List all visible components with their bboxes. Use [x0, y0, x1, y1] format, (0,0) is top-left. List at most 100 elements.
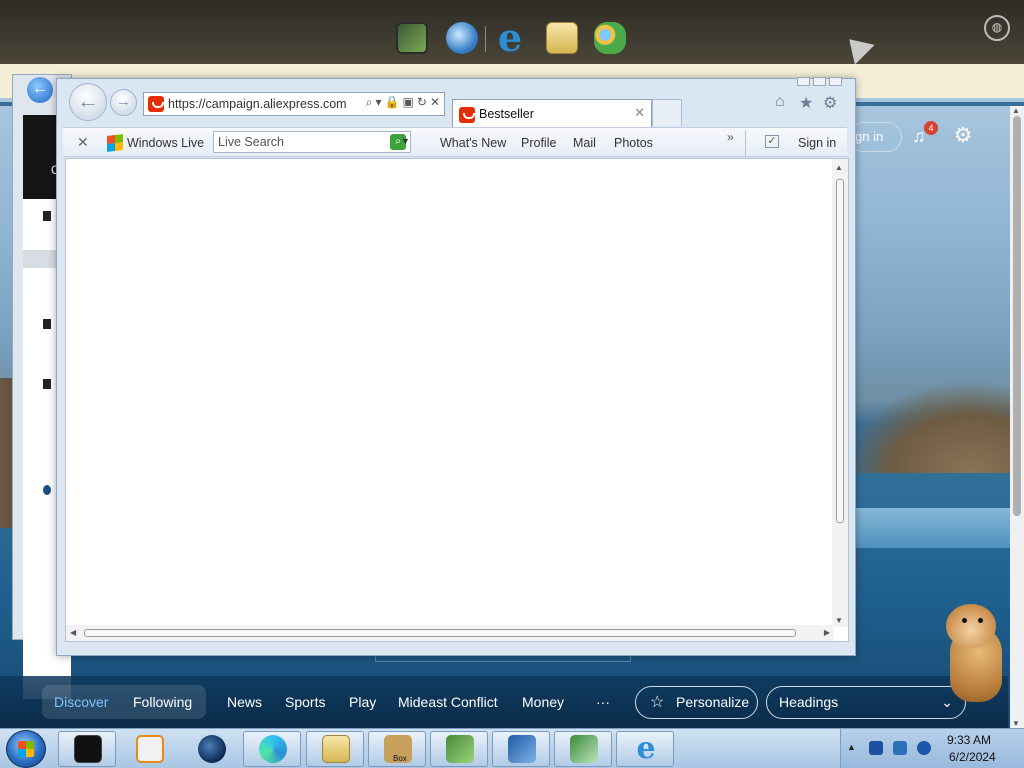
personalize-button[interactable]: ☆ Personalize [635, 686, 758, 719]
start-button[interactable] [6, 730, 46, 768]
photos-link[interactable]: Photos [614, 136, 653, 150]
home-icon[interactable]: ⌂ [775, 93, 785, 111]
category-money[interactable]: Money [522, 694, 564, 710]
page-content-area[interactable]: ▲ ▼ ◀ ▶ [65, 158, 849, 642]
taskbar-app-edge[interactable] [243, 731, 301, 767]
more-categories-button[interactable]: ··· [596, 694, 610, 710]
live-search-placeholder: Live Search [218, 135, 285, 149]
tools-gear-icon[interactable]: ⚙ [823, 93, 837, 113]
sign-in-link[interactable]: Sign in [798, 136, 836, 150]
windows-live-link[interactable]: Windows Live [127, 136, 204, 150]
scroll-left-icon[interactable]: ◀ [70, 628, 76, 637]
media-center-icon[interactable] [396, 22, 428, 54]
tab-following[interactable]: Following [133, 694, 192, 710]
category-mideast-conflict[interactable]: Mideast Conflict [398, 694, 498, 710]
favorites-star-icon[interactable]: ★ [799, 93, 813, 113]
live-search-input[interactable]: Live Search ⌕ [213, 131, 411, 153]
notification-badge: 4 [924, 121, 938, 135]
clock-time[interactable]: 9:33 AM [947, 733, 991, 747]
msn-sign-in-button[interactable]: gn in [848, 122, 902, 152]
minimize-button[interactable] [797, 77, 810, 86]
internet-explorer-icon[interactable]: e [494, 19, 526, 57]
tab-close-icon[interactable]: ✕ [634, 105, 645, 121]
new-tab-button[interactable] [652, 99, 682, 126]
explorer-back-icon[interactable]: ← [27, 77, 53, 103]
vertical-scrollbar[interactable]: ▲ ▼ [832, 159, 848, 627]
scroll-up-icon[interactable]: ▲ [1012, 106, 1020, 115]
search-dropdown-icon[interactable]: ▼ [401, 136, 410, 146]
virtualbox-icon [508, 735, 536, 763]
page-scroll-thumb[interactable] [1013, 116, 1021, 516]
box-label: Box [393, 754, 407, 763]
close-window-button[interactable] [829, 77, 842, 86]
stop-icon[interactable]: ✕ [430, 95, 440, 109]
taskbar-app-box[interactable]: Box [368, 731, 426, 767]
internet-explorer-window[interactable]: ← → https://campaign.aliexpress.com ⌕ ▾ 🔒 ▣… [56, 77, 856, 656]
folder-icon [322, 735, 350, 763]
quick-launch-bar: e [380, 14, 650, 66]
briefcase-circle-icon[interactable]: ◍ [984, 15, 1010, 41]
page-scrollbar[interactable]: ▲ ▼ [1010, 106, 1024, 728]
toolbar-close-icon[interactable]: ✕ [77, 134, 89, 151]
horizontal-scrollbar[interactable]: ◀ ▶ [66, 625, 834, 641]
taskbar-app-globe[interactable] [182, 731, 240, 767]
scroll-down-icon[interactable]: ▼ [835, 616, 843, 625]
photo-gallery-icon[interactable] [546, 22, 578, 54]
dropdown-arrow-icon[interactable]: ▾ [376, 95, 382, 109]
update-globe-icon[interactable] [446, 22, 478, 54]
vertical-scroll-thumb[interactable] [836, 179, 844, 523]
headings-label: Headings [779, 694, 839, 710]
taskbar-app-internet-explorer[interactable]: e [616, 731, 674, 767]
category-sports[interactable]: Sports [285, 694, 325, 710]
download-icon [570, 735, 598, 763]
compat-view-icon[interactable]: ▣ [403, 95, 414, 109]
scroll-up-icon[interactable]: ▲ [835, 163, 843, 172]
lock-icon[interactable]: 🔒 [385, 95, 400, 109]
dark-window-icon [74, 735, 102, 763]
horizontal-scroll-thumb[interactable] [84, 629, 796, 637]
mail-link[interactable]: Mail [573, 136, 596, 150]
url-domain: aliexpress.com [263, 97, 347, 111]
hamster-desktop-pet[interactable] [944, 604, 1004, 704]
category-news[interactable]: News [227, 694, 262, 710]
taskbar: Box e ▲ 9:33 AM 6/2/2024 [0, 728, 1024, 768]
tab-discover[interactable]: Discover [54, 694, 108, 710]
scroll-right-icon[interactable]: ▶ [824, 628, 830, 637]
refresh-icon[interactable]: ↻ [417, 95, 427, 109]
check-icon[interactable]: ✓ [765, 135, 779, 148]
volume-icon[interactable] [917, 741, 931, 755]
security-shield-icon[interactable] [869, 741, 883, 755]
clock-date[interactable]: 6/2/2024 [949, 750, 996, 764]
taskbar-app-download[interactable] [554, 731, 612, 767]
messenger-icon[interactable] [594, 22, 626, 54]
headings-dropdown[interactable]: Headings ⌄ [766, 686, 966, 719]
taskbar-app-explorer[interactable] [306, 731, 364, 767]
toolbar-more-chevron-icon[interactable]: » [727, 130, 734, 144]
whats-new-link[interactable]: What's New [440, 136, 506, 150]
network-icon[interactable] [893, 741, 907, 755]
hamster-eye [962, 618, 967, 623]
taskbar-app-task[interactable] [430, 731, 488, 767]
tab-bestseller[interactable]: Bestseller ✕ [452, 99, 652, 127]
maximize-button[interactable] [813, 77, 826, 86]
address-actions: ⌕ ▾ 🔒 ▣ ↻ ✕ [363, 95, 440, 110]
media-player-icon [136, 735, 164, 763]
taskbar-app-dark-window[interactable] [58, 731, 116, 767]
windows-logo-icon [107, 134, 123, 152]
profile-link[interactable]: Profile [521, 136, 556, 150]
taskbar-app-virtualbox[interactable] [492, 731, 550, 767]
forward-button[interactable]: → [110, 89, 137, 116]
address-bar[interactable]: https://campaign.aliexpress.com ⌕ ▾ 🔒 ▣ ↻ ✕ [143, 92, 445, 116]
show-hidden-icons-icon[interactable]: ▲ [847, 742, 856, 752]
scroll-down-icon[interactable]: ▼ [1012, 719, 1020, 728]
explorer-item-icon[interactable] [43, 319, 51, 329]
back-button[interactable]: ← [69, 83, 107, 121]
search-icon[interactable]: ⌕ [366, 95, 373, 110]
category-play[interactable]: Play [349, 694, 376, 710]
msn-settings-gear-icon[interactable]: ⚙ [951, 124, 975, 148]
explorer-item-icon[interactable] [43, 379, 51, 389]
explorer-item-icon[interactable] [43, 211, 51, 221]
address-url[interactable]: https://campaign.aliexpress.com [168, 97, 347, 111]
taskbar-app-media-player[interactable] [120, 731, 178, 767]
explorer-globe-icon[interactable] [43, 485, 51, 495]
